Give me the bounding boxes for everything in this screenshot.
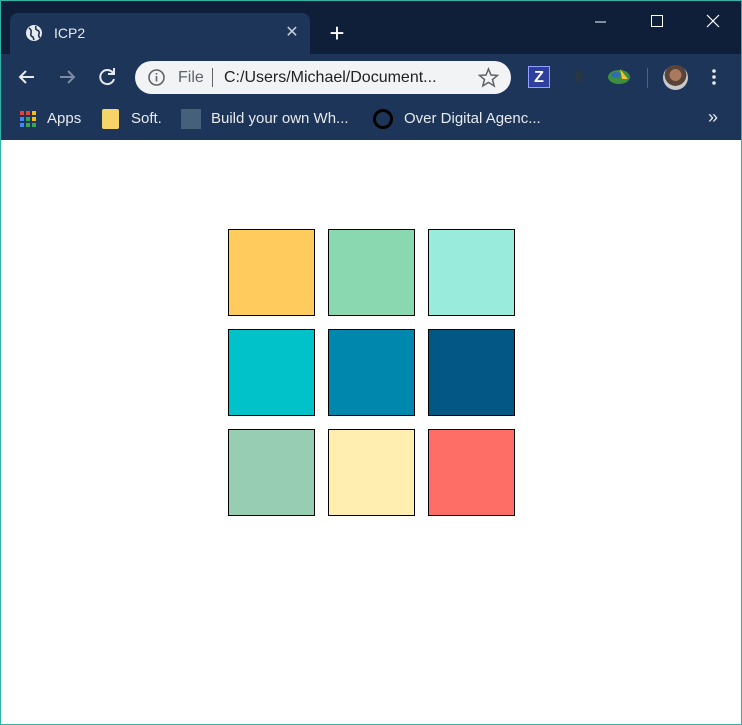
color-swatch <box>328 229 415 316</box>
bookmark-soft[interactable]: Soft. <box>102 109 172 131</box>
tab-title: ICP2 <box>54 25 86 41</box>
page-content <box>1 140 741 724</box>
url-separator <box>212 68 213 87</box>
forward-arrow-icon[interactable] <box>54 64 80 90</box>
bookmark-label: Over Digital Agenc... <box>404 110 541 127</box>
maximize-icon[interactable] <box>629 3 685 39</box>
tab-close-icon[interactable]: ✕ <box>282 23 302 43</box>
url-text[interactable]: C:/Users/Michael/Document... <box>224 69 437 87</box>
bookmarks-overflow-icon[interactable]: » <box>703 107 723 129</box>
site-thumbnail-icon <box>181 109 201 129</box>
profile-avatar[interactable] <box>663 65 688 90</box>
apps-grid-icon <box>20 111 36 127</box>
color-swatch <box>228 429 315 516</box>
tab-strip: ICP2 ✕ + <box>1 1 741 54</box>
circle-logo-icon <box>373 109 393 129</box>
bookmark-over-digital[interactable]: Over Digital Agenc... <box>373 109 553 131</box>
window-close-icon[interactable] <box>685 3 741 39</box>
bookmark-label: Apps <box>47 110 82 127</box>
new-tab-button[interactable]: + <box>323 19 351 47</box>
more-menu-icon[interactable] <box>705 66 723 88</box>
color-swatch <box>428 229 515 316</box>
color-swatch <box>428 329 515 416</box>
url-scheme-label: File <box>178 69 204 86</box>
back-arrow-icon[interactable] <box>14 64 40 90</box>
color-swatch <box>228 229 315 316</box>
color-swatch <box>428 429 515 516</box>
tab-icp2[interactable]: ICP2 ✕ <box>10 13 310 54</box>
bookmarks-bar: Apps Soft. Build your own Wh... Over Dig… <box>1 101 741 140</box>
download-manager-icon[interactable] <box>606 65 632 89</box>
folder-icon <box>102 109 119 129</box>
globe-icon <box>26 25 42 41</box>
toolbar-separator <box>647 68 648 88</box>
color-swatch-grid <box>228 229 515 516</box>
address-bar[interactable]: File C:/Users/Michael/Document... <box>135 61 511 94</box>
minimize-icon[interactable] <box>573 3 629 39</box>
dark-extension-icon[interactable] <box>569 66 589 88</box>
color-swatch <box>328 329 415 416</box>
zotero-extension-icon[interactable]: Z <box>528 66 550 88</box>
browser-window: ICP2 ✕ + File C:/Users/Michael/Document.… <box>0 0 742 725</box>
bookmark-apps[interactable]: Apps <box>19 109 99 131</box>
color-swatch <box>228 329 315 416</box>
color-swatch <box>328 429 415 516</box>
info-icon[interactable] <box>147 68 166 87</box>
browser-toolbar: File C:/Users/Michael/Document... Z <box>1 54 741 101</box>
bookmark-label: Soft. <box>131 110 162 127</box>
bookmark-build-your-own[interactable]: Build your own Wh... <box>181 109 361 131</box>
bookmark-label: Build your own Wh... <box>211 110 349 127</box>
reload-icon[interactable] <box>94 64 120 90</box>
bookmark-star-icon[interactable] <box>478 67 499 88</box>
